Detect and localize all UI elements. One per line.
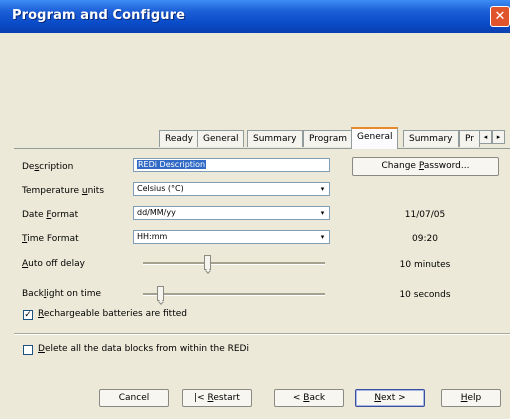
delete-blocks-checkbox[interactable]	[23, 345, 33, 355]
tab-strip: Ready General Summary Program General Su…	[0, 127, 510, 149]
delete-blocks-label[interactable]: Delete all the data blocks from within t…	[38, 344, 249, 354]
tab-general-1[interactable]: General	[197, 130, 245, 147]
window-title: Program and Configure	[12, 8, 186, 23]
backlight-on-time-label: Backlight on time	[22, 289, 102, 299]
tab-overflow[interactable]: Pr	[459, 130, 480, 147]
arrow-right-icon: ▸	[496, 133, 501, 141]
next-button[interactable]: Next >	[355, 389, 425, 407]
header-banner	[10, 33, 510, 123]
check-icon: ✓	[24, 310, 32, 320]
time-format-label: Time Format	[22, 234, 79, 244]
tab-summary-2[interactable]: Summary	[403, 130, 459, 147]
change-password-button[interactable]: Change Password...	[352, 157, 499, 176]
tab-summary-1[interactable]: Summary	[247, 130, 303, 147]
backlight-on-time-value: 10 seconds	[399, 290, 451, 300]
tab-scroll-left-button[interactable]: ◂	[479, 130, 492, 144]
description-label: Description	[22, 162, 74, 172]
backlight-on-time-slider-track[interactable]	[143, 293, 325, 296]
cancel-button[interactable]: Cancel	[99, 389, 169, 407]
temperature-units-label: Temperature units	[22, 186, 105, 196]
date-format-select[interactable]: dd/MM/yy ▾	[133, 206, 330, 220]
back-button[interactable]: < Back	[274, 389, 344, 407]
backlight-on-time-slider-thumb[interactable]	[157, 286, 164, 301]
temperature-units-select[interactable]: Celsius (°C) ▾	[133, 182, 330, 196]
restart-button[interactable]: |< Restart	[182, 389, 252, 407]
date-format-label: Date Format	[22, 210, 79, 220]
rechargeable-checkbox[interactable]: ✓	[23, 310, 33, 320]
separator	[14, 333, 510, 335]
close-icon: ✕	[494, 9, 506, 24]
program-configure-window: Program and Configure ✕ Ready General Su…	[0, 0, 510, 419]
time-format-select[interactable]: HH:mm ▾	[133, 230, 330, 244]
tab-program[interactable]: Program	[303, 130, 353, 147]
auto-off-delay-label: Auto off delay	[22, 259, 85, 269]
tab-scroll-right-button[interactable]: ▸	[492, 130, 505, 144]
chevron-down-icon[interactable]: ▾	[317, 232, 328, 242]
time-format-preview: 09:20	[412, 234, 438, 244]
auto-off-delay-slider-thumb[interactable]	[204, 255, 212, 270]
description-input[interactable]: REDi Description	[133, 158, 330, 172]
rechargeable-label[interactable]: Rechargeable batteries are fitted	[38, 309, 187, 319]
title-bar[interactable]: Program and Configure ✕	[0, 0, 510, 33]
close-button[interactable]: ✕	[490, 6, 510, 27]
chevron-down-icon[interactable]: ▾	[317, 184, 328, 194]
auto-off-delay-value: 10 minutes	[399, 260, 451, 270]
date-format-preview: 11/07/05	[404, 210, 446, 220]
tab-ready[interactable]: Ready	[159, 130, 199, 147]
help-button[interactable]: Help	[441, 389, 501, 407]
arrow-left-icon: ◂	[483, 133, 488, 141]
auto-off-delay-slider-track[interactable]	[143, 262, 325, 265]
chevron-down-icon[interactable]: ▾	[317, 208, 328, 218]
tab-general-2[interactable]: General	[351, 127, 399, 149]
